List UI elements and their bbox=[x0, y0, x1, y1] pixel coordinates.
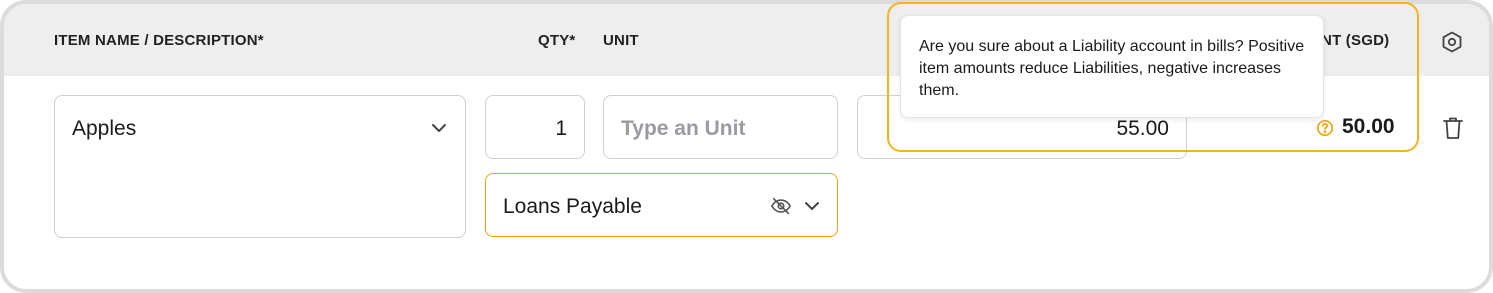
quantity-input[interactable]: 1 bbox=[485, 95, 585, 159]
eye-off-icon bbox=[770, 195, 792, 217]
trash-icon[interactable] bbox=[1441, 115, 1465, 141]
account-select[interactable]: Loans Payable bbox=[485, 173, 838, 237]
line-amount: 50.00 bbox=[1342, 115, 1395, 138]
quantity-value: 1 bbox=[555, 117, 567, 140]
header-qty: QTY* bbox=[538, 32, 576, 49]
account-value: Loans Payable bbox=[503, 195, 642, 218]
header-unit: UNIT bbox=[603, 32, 639, 49]
chevron-down-icon[interactable] bbox=[802, 196, 822, 216]
item-name-value: Apples bbox=[72, 117, 137, 140]
hexagon-settings-icon[interactable] bbox=[1440, 30, 1464, 54]
question-circle-icon[interactable] bbox=[1316, 119, 1334, 137]
unit-placeholder: Type an Unit bbox=[621, 117, 746, 140]
chevron-down-icon[interactable] bbox=[429, 118, 449, 138]
unit-input[interactable]: Type an Unit bbox=[603, 95, 838, 159]
item-name-select[interactable]: Apples bbox=[54, 95, 466, 238]
liability-warning-tooltip: Are you sure about a Liability account i… bbox=[900, 15, 1324, 118]
header-item-name: ITEM NAME / DESCRIPTION* bbox=[54, 32, 264, 49]
